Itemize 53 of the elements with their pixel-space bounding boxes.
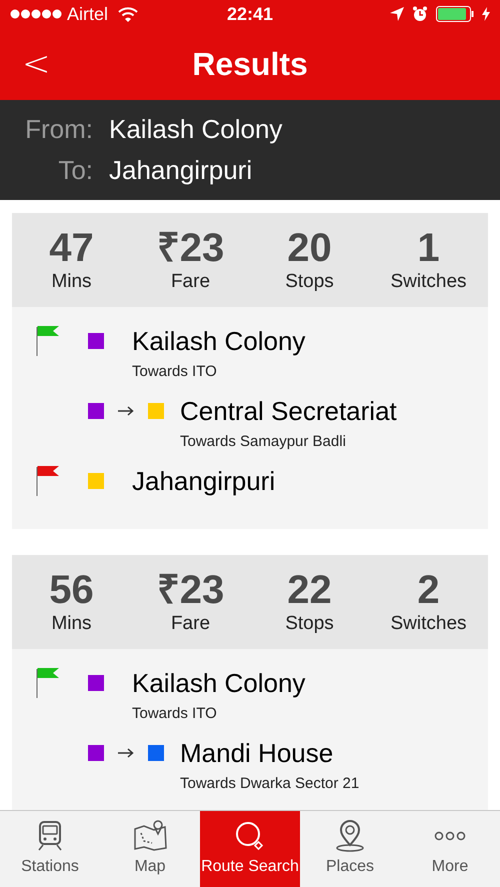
alarm-clock-icon (412, 6, 428, 22)
station-name: Kailash Colony (132, 325, 306, 357)
route-card[interactable]: 56 Mins ₹23 Fare 22 Stops 2 Switches Kailash Colony Towards ITO Mandi House Towards Dwarka Sector 21 (12, 555, 488, 810)
direction-text: Towards Dwarka Sector 21 (180, 774, 360, 794)
stat-label: Stops (285, 612, 334, 636)
stat-value: 56 (49, 568, 94, 612)
tab[interactable]: Route Search (200, 811, 300, 887)
arrow-icon (118, 748, 134, 758)
carrier-name: Airtel (67, 2, 108, 26)
direction-text: Towards ITO (132, 704, 218, 724)
station-name: Central Secretariat (180, 395, 397, 427)
stat-label: Fare (170, 612, 210, 636)
stat-value: 47 (49, 226, 94, 270)
page-title: Results (192, 45, 308, 84)
destination-station: Jahangirpuri (109, 154, 254, 187)
wifi-icon (118, 6, 138, 22)
stat-value: ₹23 (156, 568, 224, 612)
flag-icon (36, 466, 60, 496)
station-name: Mandi House (180, 737, 334, 769)
stat-label: Stops (285, 270, 334, 294)
tab[interactable]: More (400, 811, 500, 887)
charging-bolt-icon (482, 7, 490, 21)
station-name: Kailash Colony (132, 667, 306, 699)
battery-icon (436, 6, 474, 22)
flag-icon (36, 668, 60, 698)
stat-value: 20 (287, 226, 332, 270)
tab[interactable]: Map (100, 811, 200, 887)
tab[interactable]: Stations (0, 811, 100, 887)
map-icon (132, 819, 168, 853)
route-card[interactable]: 47 Mins ₹23 Fare 20 Stops 1 Switches Kailash Colony Towards ITO Central Secretariat Towards Samaypur Badli Jahangirpuri (12, 213, 488, 529)
stat-label: Mins (51, 612, 92, 636)
to-label: To: (57, 154, 93, 187)
stat-label: Switches (390, 612, 467, 636)
tab[interactable]: Places (300, 811, 400, 887)
clock-time: 22:41 (226, 2, 274, 26)
back-button[interactable]: < (22, 47, 50, 81)
stat-value: 2 (417, 568, 440, 612)
stat-value: 1 (417, 226, 440, 270)
station-name: Jahangirpuri (132, 465, 276, 497)
from-label: From: (24, 113, 93, 146)
stat-label: Fare (170, 270, 210, 294)
location-arrow-icon (390, 7, 404, 21)
arrow-icon (118, 406, 134, 416)
stat-value: 22 (287, 568, 332, 612)
stat-label: Mins (51, 270, 92, 294)
flag-icon (36, 326, 60, 356)
signal-icon (10, 9, 62, 19)
direction-text: Towards ITO (132, 362, 218, 382)
stat-value: ₹23 (156, 226, 224, 270)
origin-station: Kailash Colony (109, 113, 284, 146)
more-icon (434, 831, 466, 841)
stat-label: Switches (390, 270, 467, 294)
direction-text: Towards Samaypur Badli (180, 432, 347, 452)
